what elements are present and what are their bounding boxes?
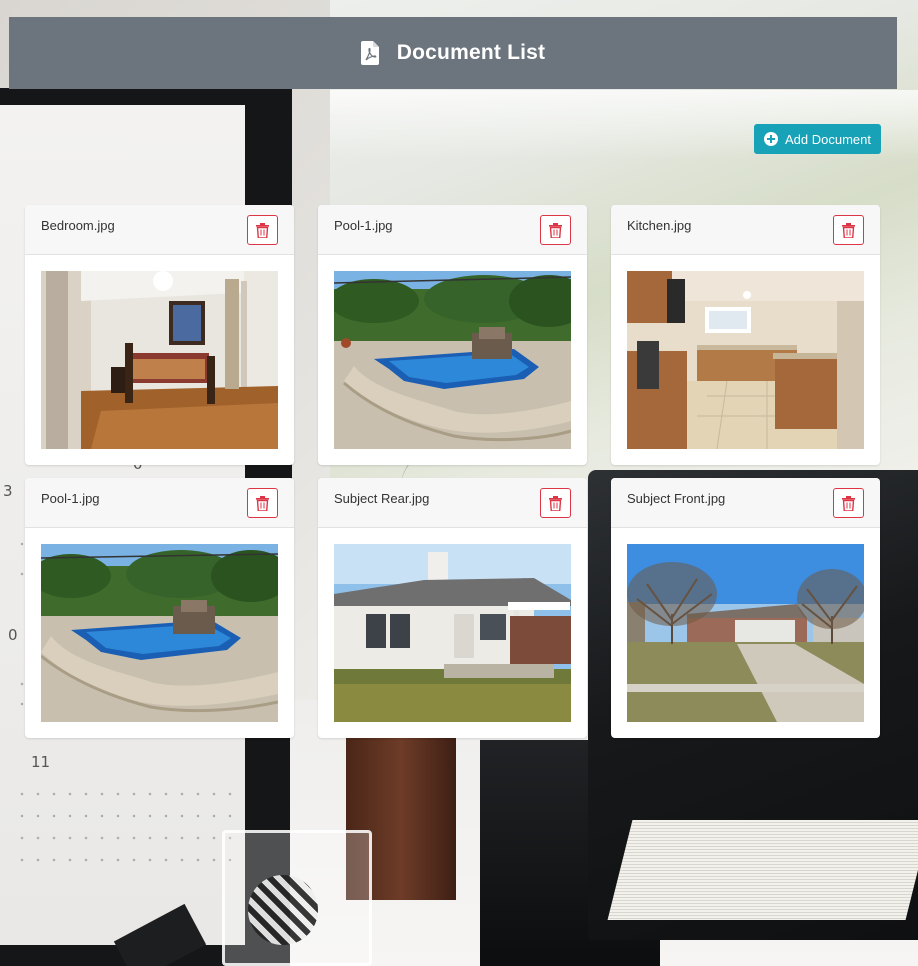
- delete-button[interactable]: [247, 488, 278, 518]
- document-card: Bedroom.jpg: [25, 205, 294, 465]
- add-document-button[interactable]: Add Document: [754, 124, 881, 154]
- card-header: Pool-1.jpg: [25, 478, 294, 528]
- document-name: Pool-1.jpg: [334, 218, 393, 233]
- trash-icon: [842, 495, 855, 511]
- document-thumbnail[interactable]: [627, 544, 864, 722]
- page-header: Document List: [9, 17, 897, 89]
- delete-button[interactable]: [833, 215, 864, 245]
- card-header: Pool-1.jpg: [318, 205, 587, 255]
- plus-circle-icon: [764, 132, 778, 146]
- document-thumbnail[interactable]: [334, 544, 571, 722]
- document-card: Pool-1.jpg: [318, 205, 587, 465]
- card-header: Kitchen.jpg: [611, 205, 880, 255]
- calendar-number: 0: [8, 626, 18, 644]
- house-front-photo: [627, 544, 864, 722]
- document-thumbnail[interactable]: [627, 271, 864, 449]
- card-header: Bedroom.jpg: [25, 205, 294, 255]
- pool-photo: [334, 271, 571, 449]
- document-thumbnail[interactable]: [334, 271, 571, 449]
- page-title: Document List: [396, 41, 546, 64]
- document-card: Pool-1.jpg: [25, 478, 294, 738]
- document-name: Kitchen.jpg: [627, 218, 692, 233]
- bedroom-photo: [41, 271, 278, 449]
- kitchen-photo: [627, 271, 864, 449]
- document-name: Pool-1.jpg: [41, 491, 100, 506]
- trash-icon: [256, 222, 269, 238]
- add-document-label: Add Document: [785, 131, 871, 147]
- document-name: Bedroom.jpg: [41, 218, 115, 233]
- trash-icon: [842, 222, 855, 238]
- trash-icon: [549, 222, 562, 238]
- document-card: Kitchen.jpg: [611, 205, 880, 465]
- trash-icon: [549, 495, 562, 511]
- document-name: Subject Front.jpg: [627, 491, 726, 506]
- calendar-number: 3: [3, 482, 13, 500]
- delete-button[interactable]: [833, 488, 864, 518]
- delete-button[interactable]: [540, 488, 571, 518]
- document-name: Subject Rear.jpg: [334, 491, 430, 506]
- card-header: Subject Rear.jpg: [318, 478, 587, 528]
- trash-icon: [256, 495, 269, 511]
- pool-photo: [41, 544, 278, 722]
- document-card: Subject Front.jpg: [611, 478, 880, 738]
- document-thumbnail[interactable]: [41, 544, 278, 722]
- calendar-number: 11: [31, 753, 51, 771]
- delete-button[interactable]: [540, 215, 571, 245]
- document-card: Subject Rear.jpg: [318, 478, 587, 738]
- file-pdf-icon: [360, 41, 379, 65]
- card-header: Subject Front.jpg: [611, 478, 880, 528]
- delete-button[interactable]: [247, 215, 278, 245]
- document-thumbnail[interactable]: [41, 271, 278, 449]
- house-rear-photo: [334, 544, 571, 722]
